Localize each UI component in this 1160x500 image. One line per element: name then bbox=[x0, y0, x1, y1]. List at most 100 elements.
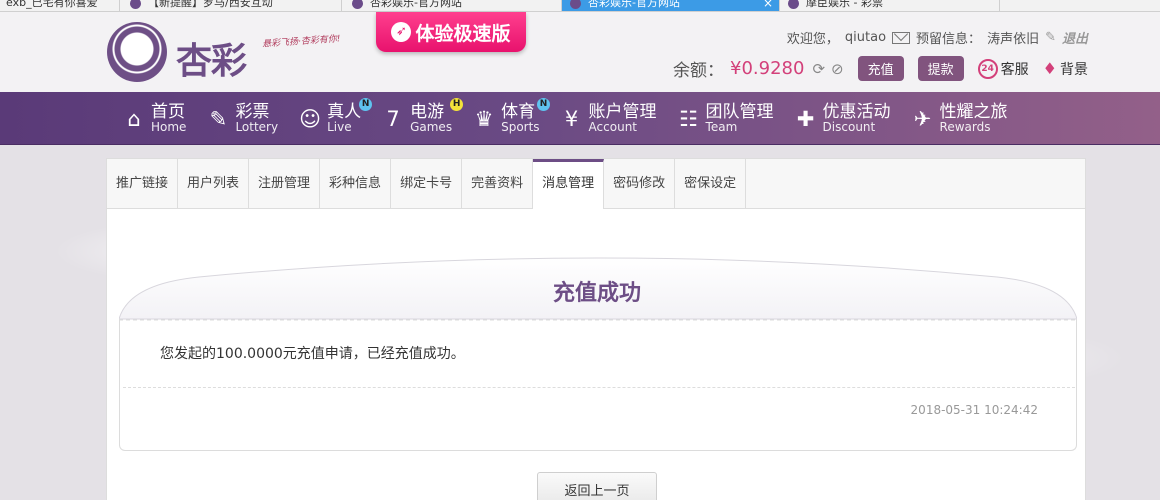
browser-tab-active[interactable]: 杏彩娱乐-官方网站 × bbox=[562, 0, 780, 11]
account-icon: ¥ bbox=[564, 106, 579, 131]
nav-item-sublabel: Team bbox=[705, 120, 738, 135]
edit-icon[interactable]: ✎ bbox=[1045, 30, 1056, 45]
message-card: 您发起的100.0000元充值申请，已经充值成功。 2018-05-31 10:… bbox=[119, 319, 1077, 451]
recharge-button[interactable]: 充值 bbox=[857, 56, 904, 81]
subtab[interactable]: 密保设定 bbox=[675, 159, 747, 209]
browser-tab-label: 杏彩娱乐-官方网站 bbox=[370, 0, 462, 9]
home-icon: ⌂ bbox=[127, 106, 141, 131]
rocket-icon: ➶ bbox=[391, 22, 412, 42]
logo-text[interactable]: 杏彩 bbox=[176, 32, 247, 84]
nav-item-discount[interactable]: ✚ 优惠活动 Discount bbox=[794, 92, 891, 145]
site-header: 杏彩 悬彩飞扬·杏彩有你! ➶ 体验极速版 欢迎您， qiutao 预留信息： … bbox=[0, 12, 1160, 92]
nav-item-label: 首页 bbox=[151, 101, 185, 122]
favicon-icon bbox=[788, 0, 799, 9]
discount-icon: ✚ bbox=[796, 106, 815, 131]
balance-row: 余额： ¥0.9280 ⟳ ⊘ 充值 提款 24 客服 ♦ 背景 bbox=[673, 56, 1088, 81]
message-title: 充值成功 bbox=[552, 281, 641, 306]
content-panel: 推广链接 用户列表 注册管理 彩种信息 绑定卡号 完善资料 消息管理 密码修改 密保设定 充值成… bbox=[106, 158, 1086, 500]
nav-item-sublabel: Lottery bbox=[235, 120, 279, 135]
hide-balance-icon[interactable]: ⊘ bbox=[831, 60, 844, 78]
nav-item-account[interactable]: ¥ 账户管理 Account bbox=[560, 92, 657, 145]
nav-item-label: 体育 bbox=[501, 101, 536, 122]
nav-item-text: 账户管理 Account bbox=[588, 101, 657, 135]
username: qiutao bbox=[844, 30, 887, 45]
customer-service-link[interactable]: 24 客服 bbox=[977, 58, 1029, 79]
close-tab-icon[interactable]: × bbox=[763, 0, 773, 11]
nav-item-label: 优惠活动 bbox=[822, 101, 891, 122]
reserved-info-value: 涛声依旧 bbox=[987, 32, 1040, 47]
nav-item-label: 账户管理 bbox=[588, 101, 657, 122]
mail-icon[interactable] bbox=[892, 31, 911, 44]
favicon-icon bbox=[352, 0, 363, 9]
refresh-icon[interactable]: ⟳ bbox=[812, 60, 825, 78]
nav-item-sports[interactable]: ♛ 体育 Sports N bbox=[472, 92, 551, 145]
nav-item-text: 团队管理 Team bbox=[705, 102, 774, 135]
subtab[interactable]: 绑定卡号 bbox=[391, 159, 463, 209]
nav-item-team[interactable]: ☷ 团队管理 Team bbox=[677, 92, 774, 145]
shirt-icon: ♦ bbox=[1042, 59, 1057, 78]
main-nav: ⌂ 首页 Home ✎ 彩票 Lottery ☺ 真人 Live N 7 电游 Games H ♛ 体育 Spo… bbox=[0, 92, 1160, 145]
sports-icon: ♛ bbox=[474, 106, 494, 131]
browser-tab[interactable]: 杏彩娱乐-官方网站 bbox=[344, 0, 562, 11]
browser-tab-label: exb_已宅有你喜爱 bbox=[6, 0, 98, 9]
nav-item-live[interactable]: ☺ 真人 Live N bbox=[298, 92, 373, 145]
rewards-icon: ✈ bbox=[913, 106, 932, 131]
express-version-label: 体验极速版 bbox=[415, 22, 511, 45]
subtab[interactable]: 用户列表 bbox=[178, 159, 250, 209]
browser-tab-label: 杏彩娱乐-官方网站 bbox=[588, 0, 680, 9]
customer-service-label: 客服 bbox=[1000, 61, 1029, 78]
reserved-info-label: 预留信息： bbox=[916, 32, 982, 47]
message-body: 您发起的100.0000元充值申请，已经充值成功。 bbox=[160, 346, 465, 362]
live-icon: ☺ bbox=[299, 106, 322, 131]
nav-item-label: 真人 bbox=[327, 101, 362, 122]
browser-tab-strip: exb_已宅有你喜爱 【新提醒】罗马/西安互动 杏彩娱乐-官方网站 杏彩娱乐-官… bbox=[0, 0, 1160, 12]
subtab[interactable]: 推广链接 bbox=[107, 159, 179, 209]
browser-tab[interactable]: exb_已宅有你喜爱 bbox=[0, 0, 120, 11]
back-button[interactable]: 返回上一页 bbox=[537, 472, 657, 500]
logo-emblem-icon[interactable] bbox=[107, 22, 167, 82]
nav-item-home[interactable]: ⌂ 首页 Home bbox=[122, 92, 186, 145]
nav-item-text: 电游 Games bbox=[410, 101, 453, 135]
nav-item-games[interactable]: 7 电游 Games H bbox=[381, 92, 464, 145]
subtab[interactable]: 注册管理 bbox=[249, 159, 321, 209]
nav-item-sublabel: Home bbox=[151, 120, 187, 135]
favicon-icon bbox=[570, 0, 581, 9]
nav-item-text: 体育 Sports bbox=[501, 101, 539, 135]
balance-label: 余额： bbox=[673, 61, 725, 81]
lottery-icon: ✎ bbox=[209, 106, 228, 131]
background-label: 背景 bbox=[1060, 61, 1088, 78]
subtab-active[interactable]: 消息管理 bbox=[533, 159, 605, 209]
nav-item-label: 彩票 bbox=[235, 101, 270, 122]
logo-slogan: 悬彩飞扬·杏彩有你! bbox=[261, 34, 341, 50]
nav-item-text: 真人 Live bbox=[327, 101, 362, 135]
express-version-button[interactable]: ➶ 体验极速版 bbox=[376, 12, 526, 52]
team-icon: ☷ bbox=[679, 106, 698, 131]
nav-badge: H bbox=[450, 98, 464, 111]
background-link[interactable]: ♦ 背景 bbox=[1043, 59, 1088, 79]
browser-tab[interactable]: 摩臣娱乐 - 彩票 bbox=[780, 0, 1000, 11]
browser-tab-label: 摩臣娱乐 - 彩票 bbox=[806, 0, 883, 9]
message-divider bbox=[123, 387, 1075, 388]
withdraw-button[interactable]: 提款 bbox=[917, 56, 964, 81]
nav-badge: N bbox=[537, 98, 551, 111]
account-subtabs: 推广链接 用户列表 注册管理 彩种信息 绑定卡号 完善资料 消息管理 密码修改 密保设定 bbox=[107, 159, 1085, 209]
nav-item-sublabel: Discount bbox=[822, 120, 876, 135]
nav-item-rewards[interactable]: ✈ 性耀之旅 Rewards bbox=[911, 92, 1008, 145]
browser-tab[interactable]: 【新提醒】罗马/西安互动 bbox=[122, 0, 342, 11]
subtab[interactable]: 密码修改 bbox=[604, 159, 676, 209]
browser-tab-label: 【新提醒】罗马/西安互动 bbox=[148, 0, 273, 9]
nav-item-sublabel: Games bbox=[410, 120, 453, 135]
favicon-icon bbox=[130, 0, 141, 9]
logout-link[interactable]: 退出 bbox=[1062, 28, 1088, 47]
subtab[interactable]: 完善资料 bbox=[462, 159, 534, 209]
nav-item-text: 首页 Home bbox=[151, 101, 187, 135]
nav-item-lottery[interactable]: ✎ 彩票 Lottery bbox=[206, 92, 278, 145]
nav-item-label: 电游 bbox=[410, 101, 445, 122]
nav-item-text: 性耀之旅 Rewards bbox=[939, 101, 1008, 135]
welcome-prefix: 欢迎您， bbox=[786, 32, 839, 47]
nav-item-label: 性耀之旅 bbox=[939, 101, 1008, 122]
balance-value: ¥0.9280 bbox=[730, 58, 805, 79]
subtab[interactable]: 彩种信息 bbox=[320, 159, 392, 209]
user-welcome: 欢迎您， qiutao 预留信息： 涛声依旧 ✎ 退出 bbox=[787, 28, 1088, 47]
nav-item-sublabel: Rewards bbox=[939, 120, 991, 135]
